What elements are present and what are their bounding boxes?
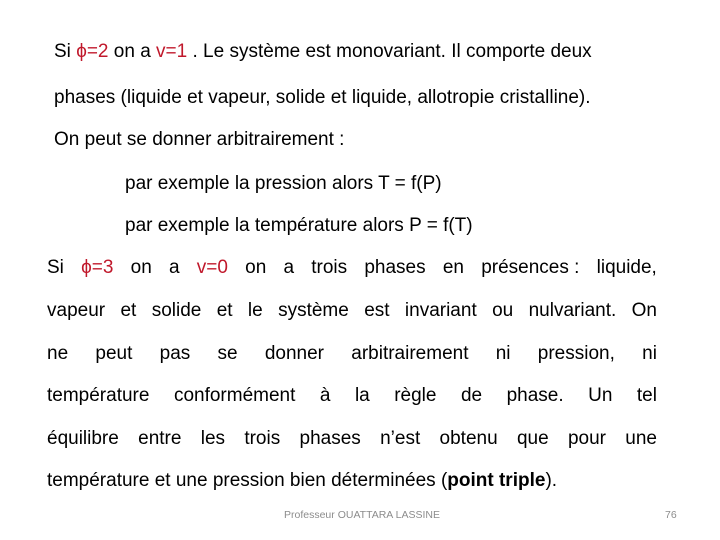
word: liquide, [596, 257, 657, 278]
word: ne [47, 343, 69, 364]
word: ni [642, 343, 657, 364]
word: a [283, 257, 295, 278]
word: ni [495, 343, 511, 364]
word: n’est [380, 428, 421, 449]
word: trois [244, 428, 281, 449]
phi-value: ϕ=2 [76, 41, 109, 62]
word: a [168, 257, 180, 278]
p2-line3: ne peut pas se donner arbitrairement ni pressio… [47, 342, 657, 366]
word: et [120, 300, 137, 321]
word: les [200, 428, 226, 449]
p1-line1: Si ϕ=2 on a v=1 . Le système est monovar… [54, 40, 592, 64]
example-pressure: par exemple la pression alors T = f(P) [125, 173, 442, 194]
word: la [354, 385, 370, 406]
word: température [47, 385, 150, 406]
word: nulvariant. [528, 300, 617, 321]
word: invariant [404, 300, 477, 321]
word: tel [636, 385, 657, 406]
variance-value: v=0 [196, 257, 228, 278]
word: phases [364, 257, 426, 278]
phi-value: ϕ=3 [81, 257, 114, 278]
word: pour [567, 428, 606, 449]
word: peut [95, 343, 133, 364]
word: ou [492, 300, 514, 321]
word: le [247, 300, 263, 321]
footer-author: Professeur OUATTARA LASSINE [284, 509, 440, 521]
word: Un [588, 385, 613, 406]
word: conformément [173, 385, 296, 406]
word: on [245, 257, 267, 278]
word: arbitrairement [351, 343, 469, 364]
word: à [319, 385, 331, 406]
word: équilibre [47, 428, 119, 449]
word: donner [264, 343, 325, 364]
slide: Si ϕ=2 on a v=1 . Le système est monovar… [0, 0, 720, 540]
p2-line6: température et une pression bien détermi… [47, 469, 557, 493]
word: phases [299, 428, 361, 449]
word: On [631, 300, 657, 321]
word: on [130, 257, 152, 278]
word: vapeur [47, 300, 106, 321]
word: en [442, 257, 464, 278]
variance-value: v=1 [156, 41, 188, 62]
word: présences : [481, 257, 580, 278]
word: est [364, 300, 390, 321]
word: obtenu [439, 428, 498, 449]
text-suffix: . Le système est monovariant. Il comport… [187, 41, 592, 62]
text-mid: on a [108, 41, 157, 62]
example-temperature: par exemple la température alors P = f(T… [125, 215, 473, 236]
point-triple-term: point triple [447, 470, 546, 491]
p1-line2: phases (liquide et vapeur, solide et liq… [54, 87, 591, 108]
word: se [217, 343, 238, 364]
word: et [216, 300, 233, 321]
word: trois [311, 257, 348, 278]
p2-line5: équilibre entre les trois phases n’est obtenu q… [47, 427, 657, 451]
word: phase. [506, 385, 564, 406]
word: système [278, 300, 349, 321]
word: de [460, 385, 483, 406]
word: pression, [537, 343, 615, 364]
word: une [625, 428, 657, 449]
word: que [516, 428, 549, 449]
word: solide [151, 300, 202, 321]
page-number: 76 [665, 509, 677, 521]
word: pas [159, 343, 191, 364]
p1-line3: On peut se donner arbitrairement : [54, 129, 345, 150]
p2-line1: Si ϕ=3 on a v=0 on a trois phases en pré… [47, 256, 657, 280]
word: règle [394, 385, 437, 406]
word: Si [47, 257, 64, 278]
p2-line4: température conformément à la règle de phase. U… [47, 384, 657, 408]
text-prefix: Si [54, 41, 77, 62]
text-end: ). [545, 470, 558, 491]
text: température et une pression bien détermi… [47, 470, 448, 491]
p2-line2: vapeur et solide et le système est invariant ou n… [47, 299, 657, 323]
word: entre [138, 428, 182, 449]
